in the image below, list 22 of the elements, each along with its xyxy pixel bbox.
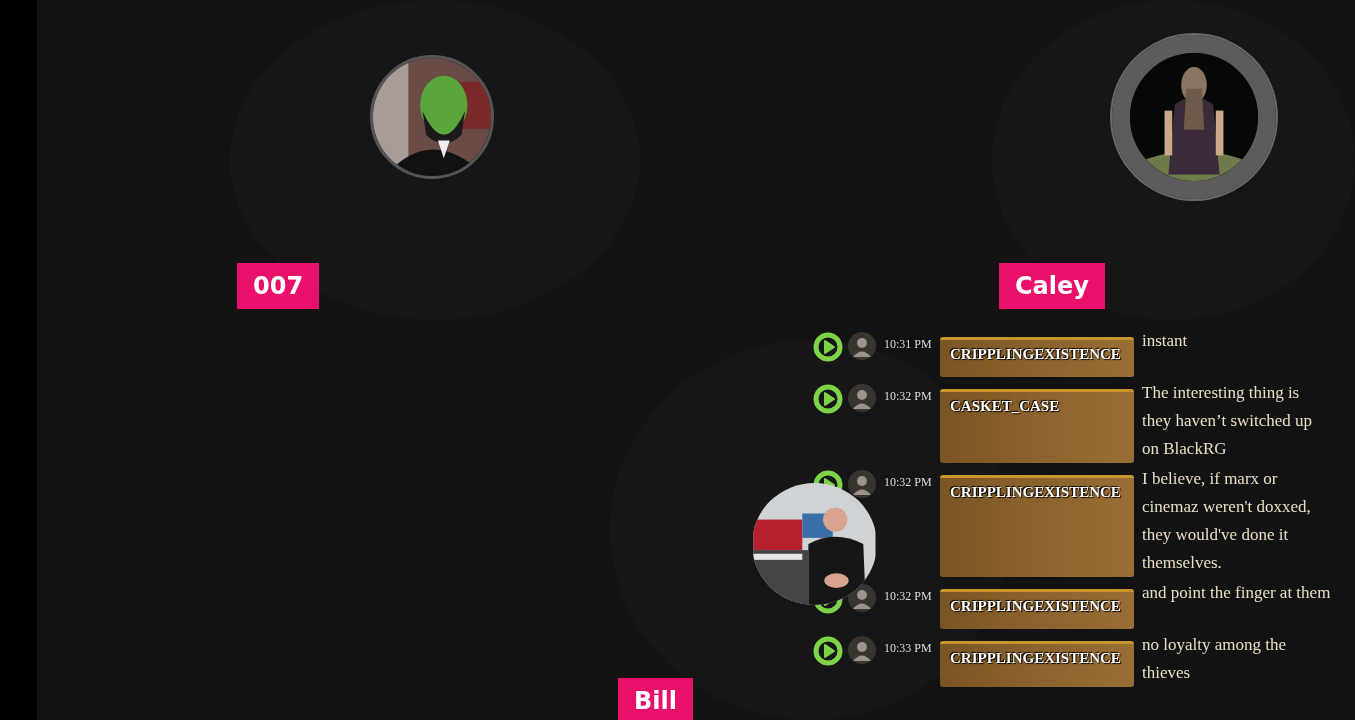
message-time: 10:32 PM — [884, 589, 932, 604]
username-plate: CRIPPLINGEXISTENCE — [940, 475, 1134, 577]
username-plate: CRIPPLINGEXISTENCE — [940, 589, 1134, 629]
message-time: 10:32 PM — [884, 475, 932, 490]
avatar-icon — [848, 332, 876, 360]
participant-name: Caley — [999, 263, 1105, 309]
play-icon — [812, 331, 844, 363]
message-text: and point the finger at them — [1141, 582, 1332, 604]
message-text: The interesting thing is they haven’t switched up on BlackRG — [1141, 382, 1314, 460]
message-time: 10:31 PM — [884, 337, 932, 352]
username-plate: CRIPPLINGEXISTENCE — [940, 337, 1134, 377]
message-text: instant — [1141, 330, 1189, 352]
message-time: 10:33 PM — [884, 641, 932, 656]
participant-name: 007 — [237, 263, 320, 309]
participant-name: Bill — [618, 678, 693, 720]
username-plate: CASKET_CASE — [940, 389, 1134, 463]
message-text: no loyalty among the thieves — [1141, 634, 1287, 684]
username-plate: CRIPPLINGEXISTENCE — [940, 641, 1134, 687]
message-time: 10:32 PM — [884, 389, 932, 404]
play-icon — [812, 635, 844, 667]
message-text: I believe, if marx or cinemaz weren't doxxed, they would've done it themselves. — [1141, 468, 1312, 574]
play-icon — [812, 383, 844, 415]
